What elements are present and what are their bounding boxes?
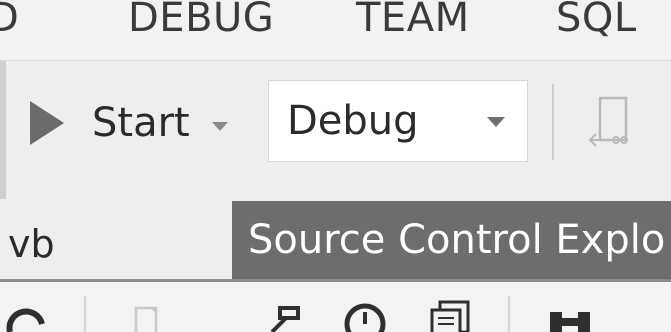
toolbar-separator — [552, 84, 554, 160]
chevron-down-icon[interactable] — [211, 121, 228, 131]
solution-configuration-select[interactable]: Debug — [268, 80, 528, 162]
toolbar-separator — [508, 296, 510, 332]
toolbar-separator — [84, 296, 86, 332]
history-icon[interactable] — [340, 298, 390, 332]
attach-to-process-icon[interactable] — [586, 94, 630, 152]
menu-item-partial[interactable]: D — [0, 0, 19, 46]
copy-icon[interactable] — [426, 298, 476, 332]
menu-item-sql[interactable]: SQL — [556, 0, 637, 46]
tab-label: vb — [8, 222, 55, 266]
tab-source-control-explorer[interactable]: Source Control Explo — [232, 201, 671, 279]
tab-vb[interactable]: vb — [0, 210, 55, 278]
menu-item-debug[interactable]: DEBUG — [128, 0, 274, 46]
new-item-icon[interactable] — [130, 302, 166, 332]
start-debugging-button[interactable]: Start — [30, 88, 228, 158]
start-label: Start — [92, 100, 190, 146]
chevron-down-icon[interactable] — [487, 117, 505, 127]
play-icon — [30, 101, 64, 145]
menu-bar: D DEBUG TEAM SQL — [0, 0, 671, 61]
tab-label: Source Control Explo — [248, 217, 666, 263]
navigation-icon[interactable] — [548, 302, 598, 332]
configuration-value: Debug — [287, 98, 419, 144]
menu-item-team[interactable]: TEAM — [356, 0, 470, 46]
connect-icon[interactable] — [262, 302, 306, 332]
refresh-icon[interactable] — [4, 302, 48, 332]
